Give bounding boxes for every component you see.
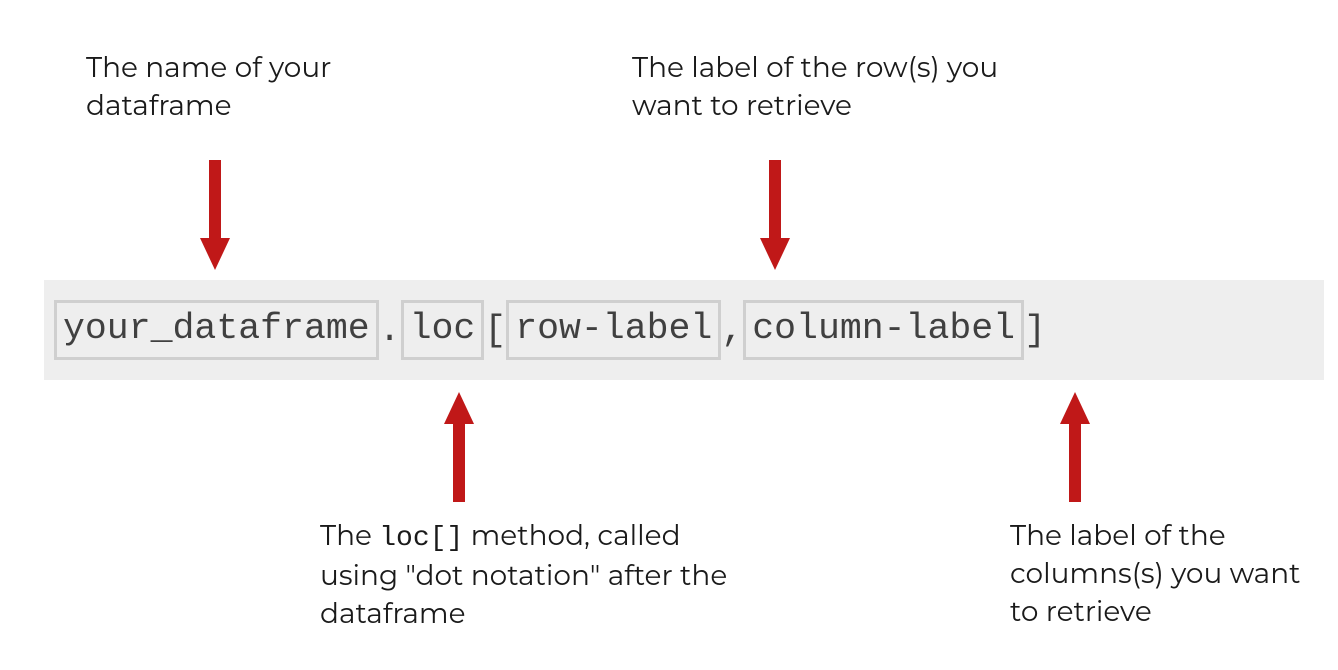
arrow-down-icon: [200, 160, 230, 270]
code-token-dataframe: your_dataframe: [54, 300, 379, 360]
code-token-comma: ,: [721, 310, 743, 351]
annot-row-label: The label of the row(s) you want to retr…: [632, 50, 1052, 126]
code-token-open-bracket: [: [484, 310, 506, 351]
annot-loc-code: loc[]: [379, 523, 463, 554]
annot-loc-method: The loc[] method, called using "dot nota…: [320, 518, 760, 633]
code-expression: your_dataframe . loc [ row-label , colum…: [44, 280, 1324, 380]
arrow-down-icon: [760, 160, 790, 270]
annot-column-label: The label of the columns(s) you want to …: [1010, 518, 1310, 631]
code-token-dot: .: [379, 310, 401, 351]
annot-dataframe-name: The name of your dataframe: [86, 50, 446, 126]
arrow-up-icon: [444, 392, 474, 502]
arrow-up-icon: [1060, 392, 1090, 502]
code-token-row-label: row-label: [506, 300, 721, 360]
code-token-column-label: column-label: [743, 300, 1024, 360]
code-token-loc: loc: [401, 300, 485, 360]
code-token-close-bracket: ]: [1024, 310, 1046, 351]
annot-loc-pre: The: [320, 519, 379, 553]
